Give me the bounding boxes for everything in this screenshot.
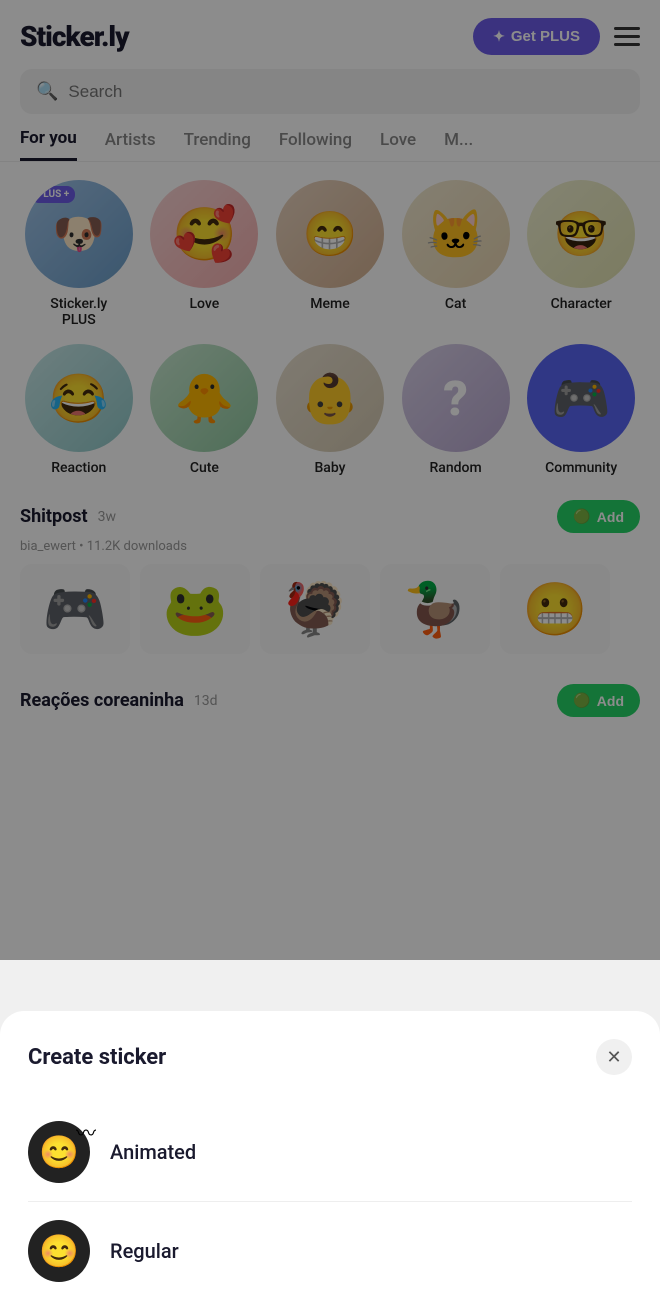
animated-icon: 😊 〰 [28,1121,90,1183]
regular-emoji: 😊 [39,1232,79,1270]
animated-emoji: 😊 [39,1133,79,1171]
close-button[interactable]: ✕ [596,1039,632,1075]
animated-label: Animated [110,1140,196,1164]
sheet-title: Create sticker [28,1045,166,1070]
waves-icon: 〰 [76,1117,96,1146]
overlay-dim [0,0,660,960]
bottom-sheet: Create sticker ✕ 😊 〰 Animated 😊 Regular [0,1011,660,1300]
animated-option[interactable]: 😊 〰 Animated [28,1103,632,1201]
regular-option[interactable]: 😊 Regular [28,1202,632,1300]
sheet-header: Create sticker ✕ [28,1039,632,1075]
regular-label: Regular [110,1239,179,1263]
regular-icon: 😊 [28,1220,90,1282]
